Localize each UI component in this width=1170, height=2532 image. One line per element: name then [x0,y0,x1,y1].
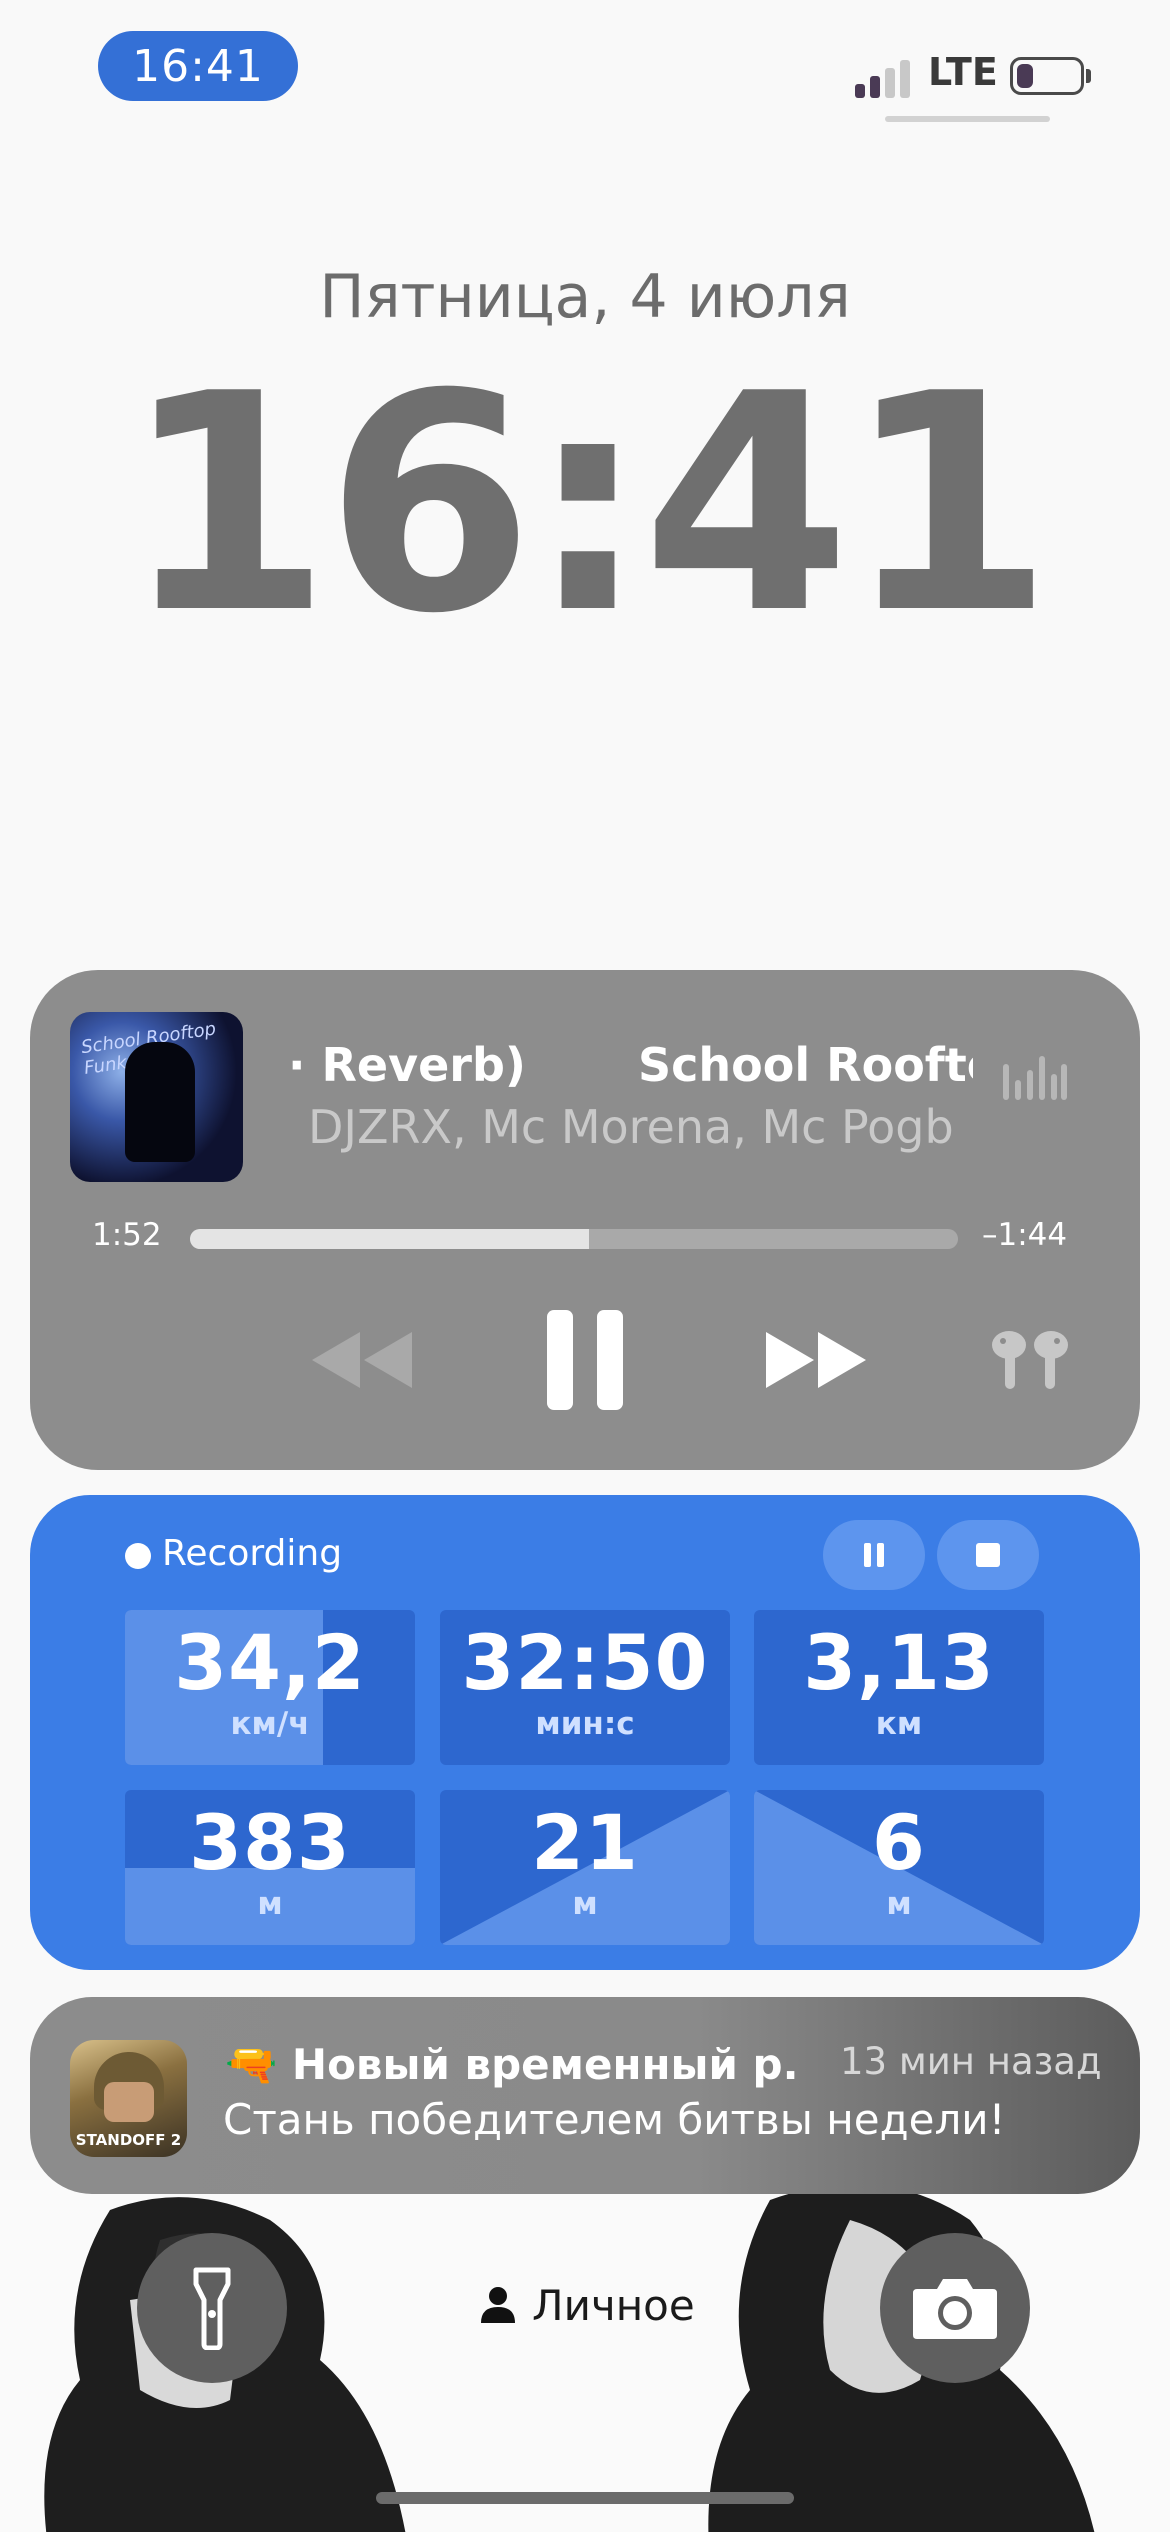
rewind-icon [312,1332,412,1388]
stat-unit: мин:с [535,1706,635,1742]
notification-body: Стань победителем битвы недели! [223,2095,1006,2144]
song-title: · Reverb) School Rooftop Fu [288,1038,973,1092]
stat-descent: 6 м [754,1790,1044,1945]
recording-label: Recording [162,1533,343,1574]
camera-icon [913,2279,997,2339]
stat-distance: 3,13 км [754,1610,1044,1765]
stat-duration: 32:50 мин:с [440,1610,730,1765]
notification-time: 13 мин назад [840,2040,1102,2083]
stat-value: 32:50 [461,1618,709,1707]
status-bar-time[interactable]: 16:41 [98,31,298,101]
wallpaper-figure-right [708,2184,1095,2532]
app-icon-standoff2[interactable]: STANDOFF 2 [70,2040,187,2157]
notification-title-text: Новый временный р... [291,2040,795,2089]
waveform-icon [1003,1056,1067,1100]
app-icon-label: STANDOFF 2 [75,2131,182,2149]
stat-value: 383 [189,1798,351,1887]
stat-unit: км/ч [230,1706,310,1742]
stat-unit: м [257,1886,283,1922]
cellular-signal-icon [855,58,917,98]
fast-forward-button[interactable] [752,1320,882,1400]
airpods-icon [992,1331,1068,1389]
playback-scrubber[interactable] [190,1229,958,1249]
stat-unit: м [572,1886,598,1922]
battery-nub [1086,69,1091,83]
network-type: LTE [928,50,998,94]
focus-mode-label: Личное [532,2280,695,2330]
home-indicator[interactable] [376,2492,794,2504]
battery-icon [1010,57,1084,95]
stat-value: 3,13 [803,1618,995,1707]
status-indicator-line [885,116,1050,122]
stat-speed: 34,2 км/ч [125,1610,415,1765]
stat-ascent: 21 м [440,1790,730,1945]
notification-title: 🔫 Новый временный р... [225,2040,795,2090]
recording-indicator-dot [125,1543,151,1569]
stat-unit: км [875,1706,923,1742]
lock-clock[interactable]: 16:41 [0,335,1170,675]
camera-button[interactable] [880,2233,1030,2383]
stop-icon [976,1543,1000,1567]
pause-icon [547,1310,623,1410]
song-artist: DJZRX, Mc Morena, Mc Pogb [308,1100,954,1154]
wallpaper-figure-left [44,2197,406,2532]
album-artwork[interactable]: School Rooftop Funk [70,1012,243,1182]
recording-pause-button[interactable] [823,1520,925,1590]
stat-value: 34,2 [174,1618,366,1707]
rewind-button[interactable] [298,1320,428,1400]
stat-value: 21 [531,1798,639,1887]
recording-stop-button[interactable] [937,1520,1039,1590]
playback-progress [190,1229,590,1249]
stat-unit: м [886,1886,912,1922]
artwork-figure [125,1042,195,1162]
pause-icon [864,1543,884,1567]
person-icon [481,2287,515,2323]
remaining-time: –1:44 [982,1217,1068,1253]
flashlight-icon [193,2267,231,2350]
focus-mode-indicator[interactable]: Личное [478,2280,695,2330]
pause-button[interactable] [540,1305,630,1415]
app-icon-face [104,2082,154,2122]
flashlight-button[interactable] [137,2233,287,2383]
water-pistol-emoji: 🔫 [225,2040,278,2089]
lock-date: Пятница, 4 июля [319,262,851,332]
audio-output-button[interactable] [985,1325,1075,1395]
stat-value: 6 [872,1798,926,1887]
elapsed-time: 1:52 [92,1217,162,1253]
battery-level [1017,64,1033,88]
stat-altitude: 383 м [125,1790,415,1945]
fast-forward-icon [766,1332,866,1388]
